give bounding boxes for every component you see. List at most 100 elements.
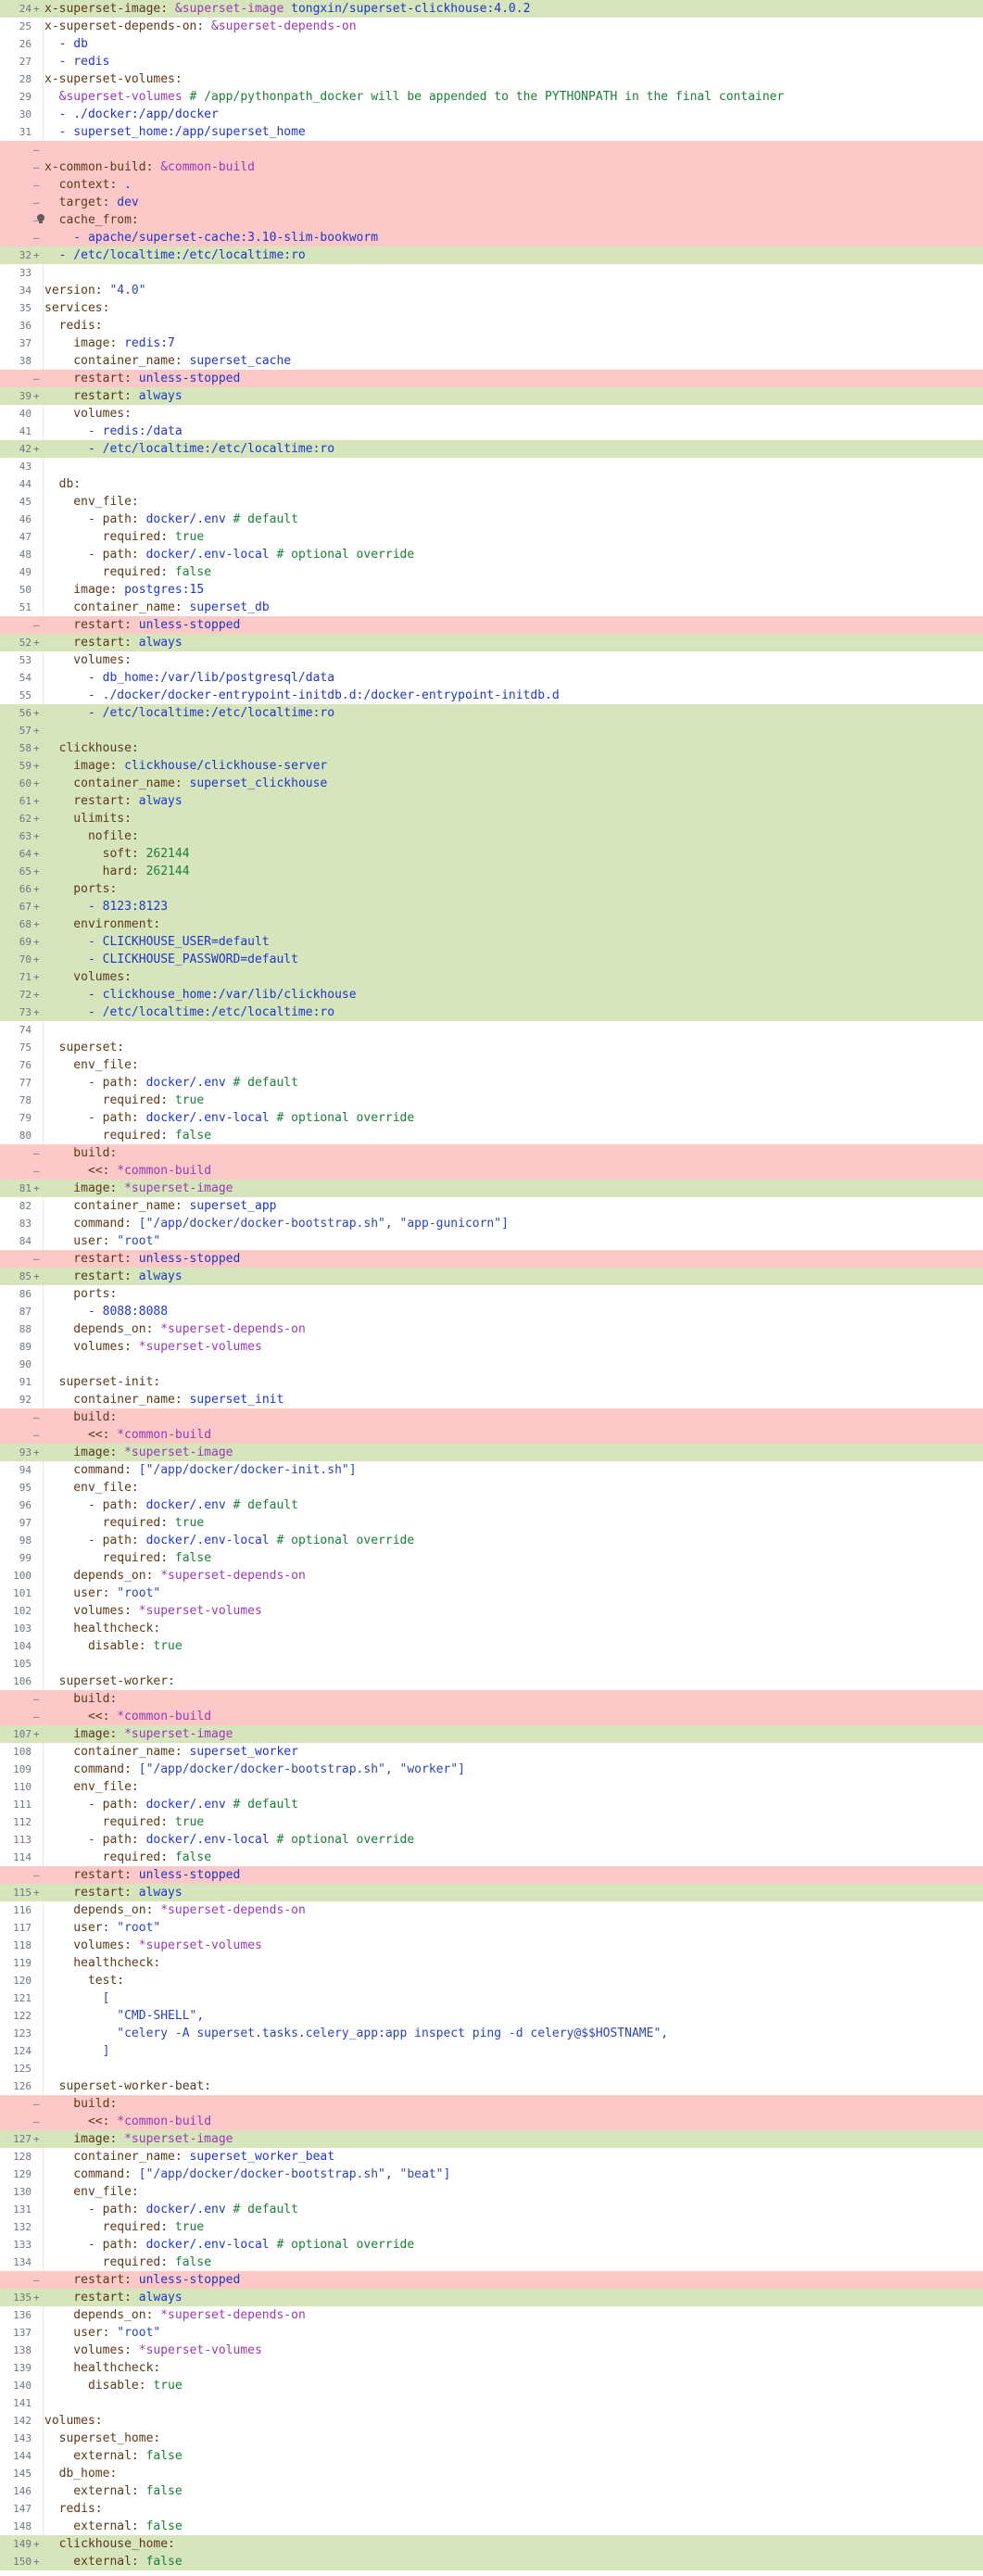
diff-marker: — bbox=[33, 179, 40, 191]
line-number: 35 bbox=[19, 302, 32, 314]
lightbulb-icon[interactable] bbox=[37, 214, 44, 223]
line-number: 143 bbox=[13, 2432, 32, 2444]
code-line: 147 redis: bbox=[0, 2500, 983, 2518]
diff-marker: + bbox=[33, 830, 40, 842]
code-line: 44 db: bbox=[0, 475, 983, 493]
code-line: 134 required: false bbox=[0, 2254, 983, 2271]
code-text: restart: always bbox=[44, 1886, 983, 1900]
code-line: 40 volumes: bbox=[0, 405, 983, 423]
code-line: 80 required: false bbox=[0, 1127, 983, 1144]
code-text: &superset-volumes # /app/pythonpath_dock… bbox=[44, 90, 983, 104]
diff-marker: + bbox=[33, 936, 40, 948]
code-token: superset_home: bbox=[44, 2431, 161, 2445]
code-token: services: bbox=[44, 301, 110, 315]
line-number: 49 bbox=[19, 566, 32, 578]
code-text: restart: always bbox=[44, 1269, 983, 1283]
code-token: required: bbox=[44, 1129, 175, 1143]
diff-marker: — bbox=[33, 232, 40, 244]
diff-marker: + bbox=[33, 865, 40, 878]
code-token: *superset-depends-on bbox=[160, 1569, 306, 1583]
code-line: 29 &superset-volumes # /app/pythonpath_d… bbox=[0, 88, 983, 106]
added-line: 24 + x-superset-image: &superset-image ton… bbox=[0, 0, 983, 18]
code-token: # default bbox=[233, 1498, 298, 1512]
code-token: required: bbox=[44, 1516, 175, 1530]
line-number: 101 bbox=[13, 1587, 32, 1599]
diff-marker: + bbox=[33, 777, 40, 789]
added-line: 62 + ulimits: bbox=[0, 810, 983, 827]
code-line: 144 external: false bbox=[0, 2447, 983, 2465]
added-line: 69 + - CLICKHOUSE_USER=default bbox=[0, 933, 983, 951]
code-line: 96 - path: docker/.env # default bbox=[0, 1496, 983, 1514]
added-line: 149 + clickhouse_home: bbox=[0, 2535, 983, 2553]
diff-marker: + bbox=[33, 1182, 40, 1194]
line-number: 47 bbox=[19, 531, 32, 543]
line-number: 25 bbox=[19, 20, 32, 32]
code-line: 137 user: "root" bbox=[0, 2324, 983, 2342]
code-text: container_name: superset_app bbox=[44, 1199, 983, 1213]
code-line: 51 container_name: superset_db bbox=[0, 599, 983, 616]
code-token: "root" bbox=[117, 1921, 161, 1935]
code-text: command: ["/app/docker/docker-bootstrap.… bbox=[44, 2167, 983, 2181]
line-number: 61 bbox=[19, 795, 32, 807]
code-text: user: "root" bbox=[44, 1586, 983, 1600]
removed-line: — build: bbox=[0, 2095, 983, 2113]
code-token: *superset-depends-on bbox=[160, 2308, 306, 2322]
code-token: - ./docker:/app/docker bbox=[44, 107, 219, 121]
code-text: env_file: bbox=[44, 1780, 983, 1794]
line-number: 124 bbox=[13, 2045, 32, 2057]
line-number: 34 bbox=[19, 284, 32, 297]
code-text: restart: unless-stopped bbox=[44, 372, 983, 385]
line-number: 79 bbox=[19, 1112, 32, 1124]
diff-marker: + bbox=[33, 2133, 40, 2145]
code-text: - CLICKHOUSE_PASSWORD=default bbox=[44, 953, 983, 966]
code-text: db: bbox=[44, 477, 983, 491]
code-line: 46 - path: docker/.env # default bbox=[0, 511, 983, 528]
line-number: 36 bbox=[19, 320, 32, 332]
diff-marker: — bbox=[33, 2115, 40, 2128]
line-number: 44 bbox=[19, 478, 32, 490]
code-line: 133 - path: docker/.env-local # optional… bbox=[0, 2236, 983, 2254]
code-token: version: bbox=[44, 284, 110, 297]
code-token: always bbox=[138, 1269, 183, 1283]
code-line: 109 command: ["/app/docker/docker-bootst… bbox=[0, 1761, 983, 1778]
code-line: 103 healthcheck: bbox=[0, 1620, 983, 1637]
code-token: - /etc/localtime:/etc/localtime:ro bbox=[44, 442, 335, 456]
code-text: - clickhouse_home:/var/lib/clickhouse bbox=[44, 988, 983, 1002]
diff-marker: + bbox=[33, 725, 40, 737]
diff-marker: — bbox=[33, 144, 40, 156]
added-line: 70 + - CLICKHOUSE_PASSWORD=default bbox=[0, 951, 983, 968]
code-line: 116 depends_on: *superset-depends-on bbox=[0, 1901, 983, 1919]
line-number: 87 bbox=[19, 1306, 32, 1318]
code-line: 111 - path: docker/.env # default bbox=[0, 1796, 983, 1813]
code-token: x-superset-volumes: bbox=[44, 72, 183, 86]
removed-line: — target: dev bbox=[0, 194, 983, 211]
code-token: false bbox=[174, 1551, 212, 1565]
code-text: - /etc/localtime:/etc/localtime:ro bbox=[44, 1005, 983, 1019]
diff-marker: + bbox=[33, 3, 40, 15]
code-token: <<: bbox=[44, 1428, 118, 1442]
code-line: 25 x-superset-depends-on: &superset-depen… bbox=[0, 18, 983, 35]
line-number: 100 bbox=[13, 1570, 32, 1582]
diff-marker: + bbox=[33, 2292, 40, 2304]
added-line: 64 + soft: 262144 bbox=[0, 845, 983, 863]
diff-marker: + bbox=[33, 2538, 40, 2550]
code-token: container_name: bbox=[44, 354, 190, 368]
added-line: 61 + restart: always bbox=[0, 792, 983, 810]
code-token: - apache/superset-cache:3.10-slim-bookwo… bbox=[44, 231, 379, 245]
removed-line: — restart: unless-stopped bbox=[0, 1866, 983, 1884]
code-text: ports: bbox=[44, 1287, 983, 1301]
added-line: 73 + - /etc/localtime:/etc/localtime:ro bbox=[0, 1004, 983, 1021]
code-token: - path: bbox=[44, 512, 146, 526]
code-token: false bbox=[174, 1850, 212, 1864]
code-line: 148 external: false bbox=[0, 2518, 983, 2535]
code-token: *superset-volumes bbox=[138, 2343, 262, 2357]
code-line: 78 required: true bbox=[0, 1092, 983, 1109]
code-token: healthcheck: bbox=[44, 1622, 161, 1635]
line-number: 48 bbox=[19, 549, 32, 561]
line-number: 138 bbox=[13, 2344, 32, 2356]
line-number: 54 bbox=[19, 672, 32, 684]
code-text: disable: true bbox=[44, 2379, 983, 2393]
code-line: 43 bbox=[0, 458, 983, 475]
code-token: - 8123:8123 bbox=[44, 900, 169, 914]
code-text: hard: 262144 bbox=[44, 865, 983, 878]
